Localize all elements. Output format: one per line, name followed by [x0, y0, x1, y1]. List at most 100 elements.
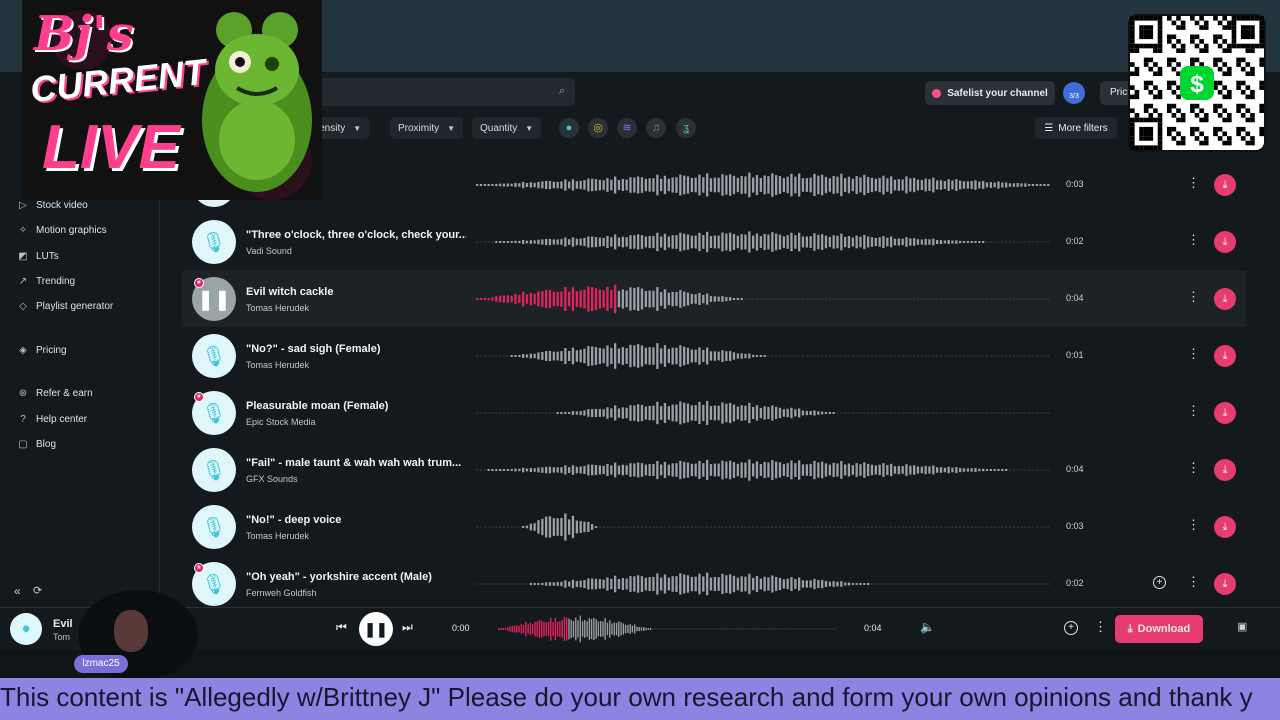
waveform-bar — [610, 179, 613, 191]
track-title[interactable]: "Fail" - male taunt & wah wah wah trum..… — [246, 457, 466, 469]
track-waveform[interactable] — [476, 281, 1051, 317]
sidebar-item-luts[interactable]: ◩ LUTs — [18, 251, 59, 262]
waveform-bar — [947, 239, 950, 244]
waveform-bar — [644, 178, 647, 192]
download-icon[interactable]: ⤓ — [1214, 345, 1236, 367]
sidebar-item-trending[interactable]: ↗ Trending — [18, 276, 75, 287]
track-title[interactable]: "Three o'clock, three o'clock, check you… — [246, 229, 466, 241]
track-waveform[interactable] — [476, 452, 1051, 488]
qr-module — [1180, 117, 1186, 123]
qr-module — [1130, 85, 1135, 90]
microphone-icon[interactable]: 🎙 — [192, 448, 236, 492]
more-options-icon[interactable]: ⋮ — [1187, 175, 1200, 191]
player-waveform[interactable] — [498, 612, 838, 646]
download-icon[interactable]: ⤓ — [1214, 459, 1236, 481]
collapse-sidebar-icon[interactable]: « — [14, 584, 21, 598]
previous-icon[interactable]: ⏮ — [336, 620, 347, 635]
microphone-icon[interactable]: ● — [559, 118, 579, 138]
volume-icon[interactable]: 🔈 — [920, 620, 935, 634]
filter-proximity[interactable]: Proximity ▼ — [390, 117, 464, 139]
track-artist[interactable]: Epic Stock Media — [246, 417, 316, 427]
more-options-icon[interactable]: ⋮ — [1187, 574, 1200, 590]
sidebar-item-help[interactable]: ? Help center — [18, 414, 87, 425]
track-waveform[interactable] — [476, 224, 1051, 260]
qr-finder — [1236, 43, 1241, 49]
download-icon[interactable]: ⤓ — [1214, 231, 1236, 253]
waveform-bar — [813, 173, 816, 197]
track-row[interactable]: ❚❚ ★ Evil witch cackle Tomas Herudek 0:04 ⋮ ⤓ — [182, 271, 1246, 327]
more-options-icon[interactable]: ⋮ — [1187, 289, 1200, 305]
radar-icon[interactable]: ◎ — [588, 118, 608, 138]
sidebar-item-pricing[interactable]: ◈ Pricing — [18, 345, 66, 356]
track-waveform[interactable] — [476, 167, 1051, 203]
ear-icon[interactable]: ʓ — [676, 118, 696, 138]
more-options-icon[interactable]: ⋮ — [1187, 460, 1200, 476]
more-options-icon[interactable]: ⋮ — [1187, 517, 1200, 533]
qr-finder — [1134, 43, 1140, 49]
track-artist[interactable]: Fernweh Goldfish — [246, 588, 317, 598]
waveform-bar — [805, 178, 808, 192]
download-icon[interactable]: ⤓ — [1214, 402, 1236, 424]
download-icon[interactable]: ⤓ — [1214, 516, 1236, 538]
track-row[interactable]: 🎙 "Three o'clock, three o'clock, check yo… — [182, 214, 1246, 270]
track-title[interactable]: "No!" - deep voice — [246, 514, 466, 526]
sparkle-icon: ✧ — [18, 224, 28, 236]
play-outline-icon: ▷ — [19, 199, 27, 211]
track-title[interactable]: Pleasurable moan (Female) — [246, 400, 466, 412]
track-waveform[interactable] — [476, 509, 1051, 545]
track-row[interactable]: 🎙 "Fail" - male taunt & wah wah wah trum.… — [182, 442, 1246, 498]
track-artist[interactable]: Vadi Sound — [246, 246, 292, 256]
settings-icon[interactable]: ⟳ — [33, 584, 42, 597]
add-to-project-icon[interactable]: + — [1153, 576, 1166, 589]
track-title[interactable]: "Oh yeah" - yorkshire accent (Male) — [246, 571, 466, 583]
download-icon[interactable]: ⤓ — [1214, 288, 1236, 310]
download-icon[interactable]: ⤓ — [1214, 174, 1236, 196]
music-note-icon[interactable]: ♫ — [646, 118, 666, 138]
track-artist[interactable]: GFX Sounds — [246, 474, 298, 484]
sidebar-item-refer[interactable]: ⊛ Refer & earn — [18, 388, 93, 399]
track-waveform[interactable] — [476, 395, 1051, 431]
track-artist[interactable]: Tomas Herudek — [246, 531, 309, 541]
add-icon[interactable]: + — [1064, 621, 1078, 635]
track-title[interactable]: Evil witch cackle — [246, 286, 466, 298]
track-title[interactable]: "No?" - sad sigh (Female) — [246, 343, 466, 355]
track-row[interactable]: 🎙 "No?" - sad sigh (Female) Tomas Herudek 0… — [182, 328, 1246, 384]
qr-finder — [1130, 145, 1135, 150]
microphone-icon[interactable]: 🎙 — [192, 334, 236, 378]
track-row[interactable]: 🎙 ★ "Oh yeah" - yorkshire accent (Male) Fer… — [182, 556, 1246, 612]
waveform-baseline — [514, 526, 517, 528]
sidebar-item-stock-video[interactable]: ▷ Stock video — [18, 200, 88, 211]
pause-button[interactable]: ❚❚ — [359, 612, 393, 646]
safelist-button[interactable]: Safelist your channel — [925, 81, 1055, 105]
expand-icon[interactable]: ▣ — [1237, 620, 1247, 633]
waveform-baseline — [533, 412, 536, 414]
waveform-bar — [752, 407, 755, 419]
track-waveform[interactable] — [476, 338, 1051, 374]
track-row[interactable]: 🎙 ★ Pleasurable moan (Female) Epic Stock Me… — [182, 385, 1246, 441]
track-row[interactable]: 🎙 "No!" - deep voice Tomas Herudek 0:03 ⋮ ⤓ — [182, 499, 1246, 555]
filter-quantity[interactable]: Quantity ▼ — [472, 117, 542, 139]
microphone-icon[interactable]: 🎙 — [192, 505, 236, 549]
sidebar-item-blog[interactable]: ▢ Blog — [18, 439, 56, 450]
search-icon[interactable]: ⌕ — [559, 85, 565, 98]
track-waveform[interactable] — [476, 566, 1051, 602]
microphone-icon[interactable]: 🎙 — [192, 220, 236, 264]
download-icon[interactable]: ⤓ — [1214, 573, 1236, 595]
sidebar-item-playlist-generator[interactable]: ◇ Playlist generator — [18, 301, 113, 312]
waveform-baseline — [819, 628, 822, 630]
track-row[interactable]: 🎙io0:03⋮⤓ — [182, 157, 1246, 213]
more-options-icon[interactable]: ⋮ — [1187, 346, 1200, 362]
waveform-icon[interactable]: ≋ — [617, 118, 637, 138]
waveform-baseline — [905, 583, 908, 585]
more-options-icon[interactable]: ⋮ — [1187, 232, 1200, 248]
more-filters-button[interactable]: ☰ More filters — [1035, 117, 1117, 139]
waveform-baseline — [985, 412, 989, 414]
download-button[interactable]: ⤓ Download — [1115, 615, 1203, 643]
more-options-icon[interactable]: ⋮ — [1187, 403, 1200, 419]
more-options-icon[interactable]: ⋮ — [1094, 619, 1107, 635]
track-artist[interactable]: Tomas Herudek — [246, 360, 309, 370]
next-icon[interactable]: ⏭ — [402, 620, 413, 635]
sidebar-item-motion-graphics[interactable]: ✧ Motion graphics — [18, 225, 107, 236]
search-input[interactable]: ⌕ — [295, 78, 575, 106]
track-artist[interactable]: Tomas Herudek — [246, 303, 309, 313]
